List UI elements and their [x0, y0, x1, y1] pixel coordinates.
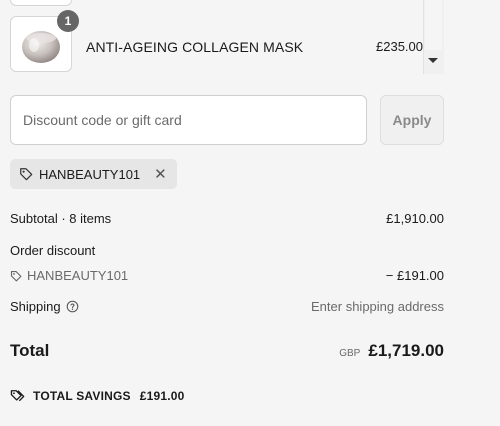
scrollbar-thumb[interactable] [425, 0, 442, 50]
applied-discount-code: HANBEAUTY101 [39, 166, 141, 182]
total-savings-label: TOTAL SAVINGS [33, 389, 131, 403]
order-discount-label: Order discount [10, 243, 96, 258]
total-savings: TOTAL SAVINGS £191.00 [10, 389, 185, 403]
scroll-down-arrow-icon[interactable] [428, 58, 438, 63]
currency-code: GBP [339, 348, 361, 359]
quantity-badge: 1 [57, 10, 79, 32]
total-amount: £1,719.00 [368, 341, 444, 360]
shipping-value: Enter shipping address [311, 299, 444, 314]
product-name: ANTI-AGEING COLLAGEN MASK [86, 39, 304, 55]
collagen-mask-jar-image [22, 31, 60, 63]
tag-icon [20, 168, 33, 181]
shipping-label: Shipping [10, 299, 61, 314]
total-label: Total [10, 341, 50, 360]
total-savings-value: £191.00 [139, 389, 185, 403]
order-discount-code-text: HANBEAUTY101 [27, 268, 129, 283]
discount-code-input[interactable] [10, 95, 367, 145]
applied-discount-chip: HANBEAUTY101 ✕ [10, 159, 177, 189]
order-discount-code: HANBEAUTY101 [10, 268, 128, 283]
subtotal-value: £1,910.00 [386, 211, 444, 226]
info-icon[interactable] [66, 300, 79, 313]
tag-icon [10, 270, 22, 281]
order-discount-value: − £191.00 [385, 268, 444, 283]
shipping-row-label: Shipping [10, 299, 79, 314]
remove-discount-close-icon[interactable]: ✕ [154, 167, 167, 182]
product-list: 1 ANTI-AGEING COLLAGEN MASK £235.00 [0, 0, 444, 74]
previous-product-thumbnail [10, 0, 72, 6]
total-amount-group: GBP £1,719.00 [339, 341, 444, 361]
subtotal-label: Subtotal · 8 items [10, 211, 112, 226]
product-price: £235.00 [376, 39, 423, 54]
savings-tag-icon [10, 390, 25, 402]
apply-discount-button[interactable]: Apply [380, 95, 444, 145]
